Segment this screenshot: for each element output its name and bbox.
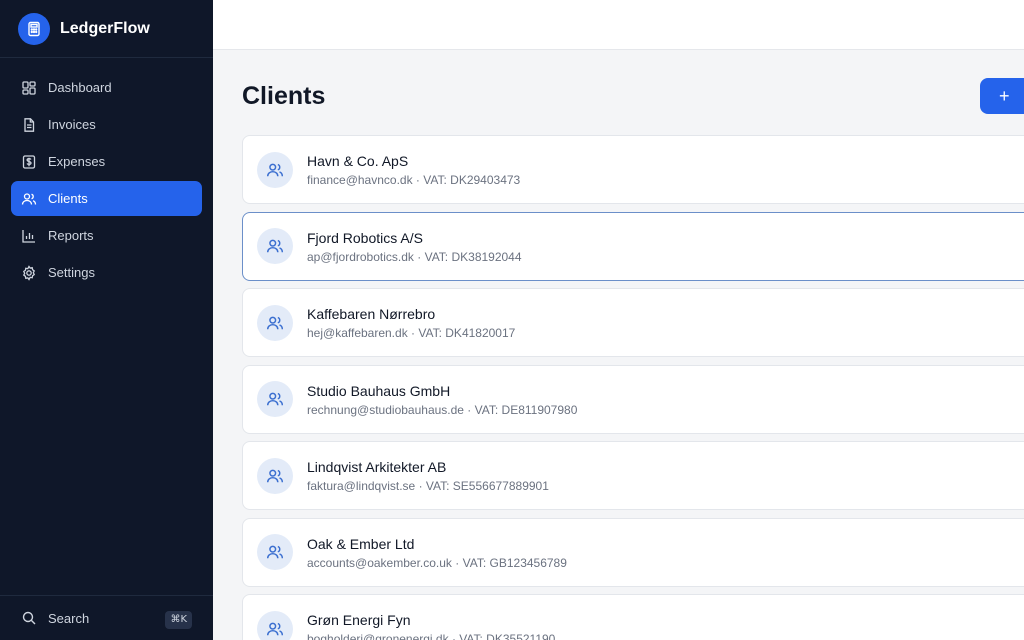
client-meta: ap@fjordrobotics.dk · VAT: DK38192044 xyxy=(307,249,522,264)
client-email: faktura@lindqvist.se xyxy=(307,479,416,493)
client-meta: rechnung@studiobauhaus.de · VAT: DE81190… xyxy=(307,402,578,417)
client-email: bogholderi@gronenergi.dk xyxy=(307,632,449,640)
top-bar xyxy=(213,0,1024,50)
client-meta: finance@havnco.dk · VAT: DK29403473 xyxy=(307,173,521,187)
client-name: Studio Bauhaus GmbH xyxy=(307,382,451,399)
add-client-button[interactable]: + xyxy=(980,78,1024,114)
client-vat: VAT: DK38192044 xyxy=(424,249,522,264)
bar-chart-icon xyxy=(21,228,37,244)
plus-icon: + xyxy=(999,85,1010,106)
users-icon xyxy=(257,381,293,417)
client-card[interactable]: Oak & Ember Ltd accounts@oakember.co.uk … xyxy=(242,517,1024,587)
sidebar-item-label: Settings xyxy=(48,265,95,280)
client-name: Havn & Co. ApS xyxy=(307,153,409,169)
client-email: hej@kaffebaren.dk xyxy=(307,326,408,340)
client-vat: VAT: DK41820017 xyxy=(418,326,516,340)
search-label: Search xyxy=(48,610,90,626)
search-icon xyxy=(21,610,37,626)
client-name: Oak & Ember Ltd xyxy=(307,535,415,552)
users-icon xyxy=(257,610,293,640)
sidebar-item-dashboard[interactable]: Dashboard xyxy=(11,70,202,105)
client-email: rechnung@studiobauhaus.de xyxy=(307,402,464,417)
client-name: Lindqvist Arkitekter AB xyxy=(307,459,447,475)
sidebar-nav: Dashboard Invoices Expenses Clients Repo… xyxy=(0,58,213,290)
sidebar-item-settings[interactable]: Settings xyxy=(11,255,202,290)
client-meta: hej@kaffebaren.dk · VAT: DK41820017 xyxy=(307,326,516,340)
client-name: Kaffebaren Nørrebro xyxy=(307,306,436,322)
page-title: Clients xyxy=(242,82,326,110)
sidebar-item-expenses[interactable]: Expenses xyxy=(11,144,202,179)
client-card[interactable]: Kaffebaren Nørrebro hej@kaffebaren.dk · … xyxy=(242,288,1024,357)
sidebar-item-label: Expenses xyxy=(48,154,106,169)
calculator-icon xyxy=(18,12,50,45)
client-vat: VAT: DK29403473 xyxy=(423,173,521,187)
client-name: Grøn Energi Fyn xyxy=(307,612,411,628)
dollar-receipt-icon xyxy=(21,154,37,170)
sidebar-item-invoices[interactable]: Invoices xyxy=(11,107,202,142)
client-vat: VAT: DK35521190 xyxy=(459,632,556,640)
sidebar-item-label: Clients xyxy=(48,191,88,206)
users-icon xyxy=(257,151,293,188)
sidebar-item-clients[interactable]: Clients xyxy=(11,181,202,216)
gear-icon xyxy=(21,264,37,281)
app-name: LedgerFlow xyxy=(60,19,150,37)
client-meta: bogholderi@gronenergi.dk · VAT: DK355211… xyxy=(307,632,555,640)
users-icon xyxy=(257,457,293,494)
client-vat: VAT: SE556677889901 xyxy=(425,479,549,493)
sidebar-item-label: Dashboard xyxy=(48,80,112,95)
client-card[interactable]: Studio Bauhaus GmbH rechnung@studiobauha… xyxy=(242,364,1024,434)
dashboard-icon xyxy=(21,80,37,96)
client-card[interactable]: Fjord Robotics A/S ap@fjordrobotics.dk ·… xyxy=(242,211,1024,281)
sidebar: LedgerFlow Dashboard Invoices Expenses C… xyxy=(0,0,213,640)
search-button[interactable]: Search ⌘K xyxy=(0,595,213,640)
client-email: finance@havnco.dk xyxy=(307,173,413,187)
sidebar-item-label: Reports xyxy=(48,228,94,243)
search-shortcut-badge: ⌘K xyxy=(165,611,192,629)
document-icon xyxy=(21,117,37,133)
client-meta: accounts@oakember.co.uk · VAT: GB1234567… xyxy=(307,555,567,570)
client-card[interactable]: Havn & Co. ApS finance@havnco.dk · VAT: … xyxy=(242,135,1024,204)
users-icon xyxy=(257,304,293,341)
users-icon xyxy=(21,191,37,207)
users-icon xyxy=(257,228,293,264)
brand[interactable]: LedgerFlow xyxy=(0,0,213,58)
client-card[interactable]: Grøn Energi Fyn bogholderi@gronenergi.dk… xyxy=(242,594,1024,640)
client-vat: VAT: GB123456789 xyxy=(462,555,567,570)
sidebar-item-label: Invoices xyxy=(48,117,96,132)
client-name: Fjord Robotics A/S xyxy=(307,229,423,246)
client-email: accounts@oakember.co.uk xyxy=(307,555,452,570)
client-vat: VAT: DE811907980 xyxy=(474,402,578,417)
client-list: Havn & Co. ApS finance@havnco.dk · VAT: … xyxy=(242,135,1024,640)
sidebar-item-reports[interactable]: Reports xyxy=(11,218,202,253)
client-meta: faktura@lindqvist.se · VAT: SE5566778899… xyxy=(307,479,549,493)
main-content: Clients + Havn & Co. ApS finance@havnco.… xyxy=(213,0,1024,640)
users-icon xyxy=(257,534,293,570)
client-email: ap@fjordrobotics.dk xyxy=(307,249,414,264)
client-card[interactable]: Lindqvist Arkitekter AB faktura@lindqvis… xyxy=(242,441,1024,510)
